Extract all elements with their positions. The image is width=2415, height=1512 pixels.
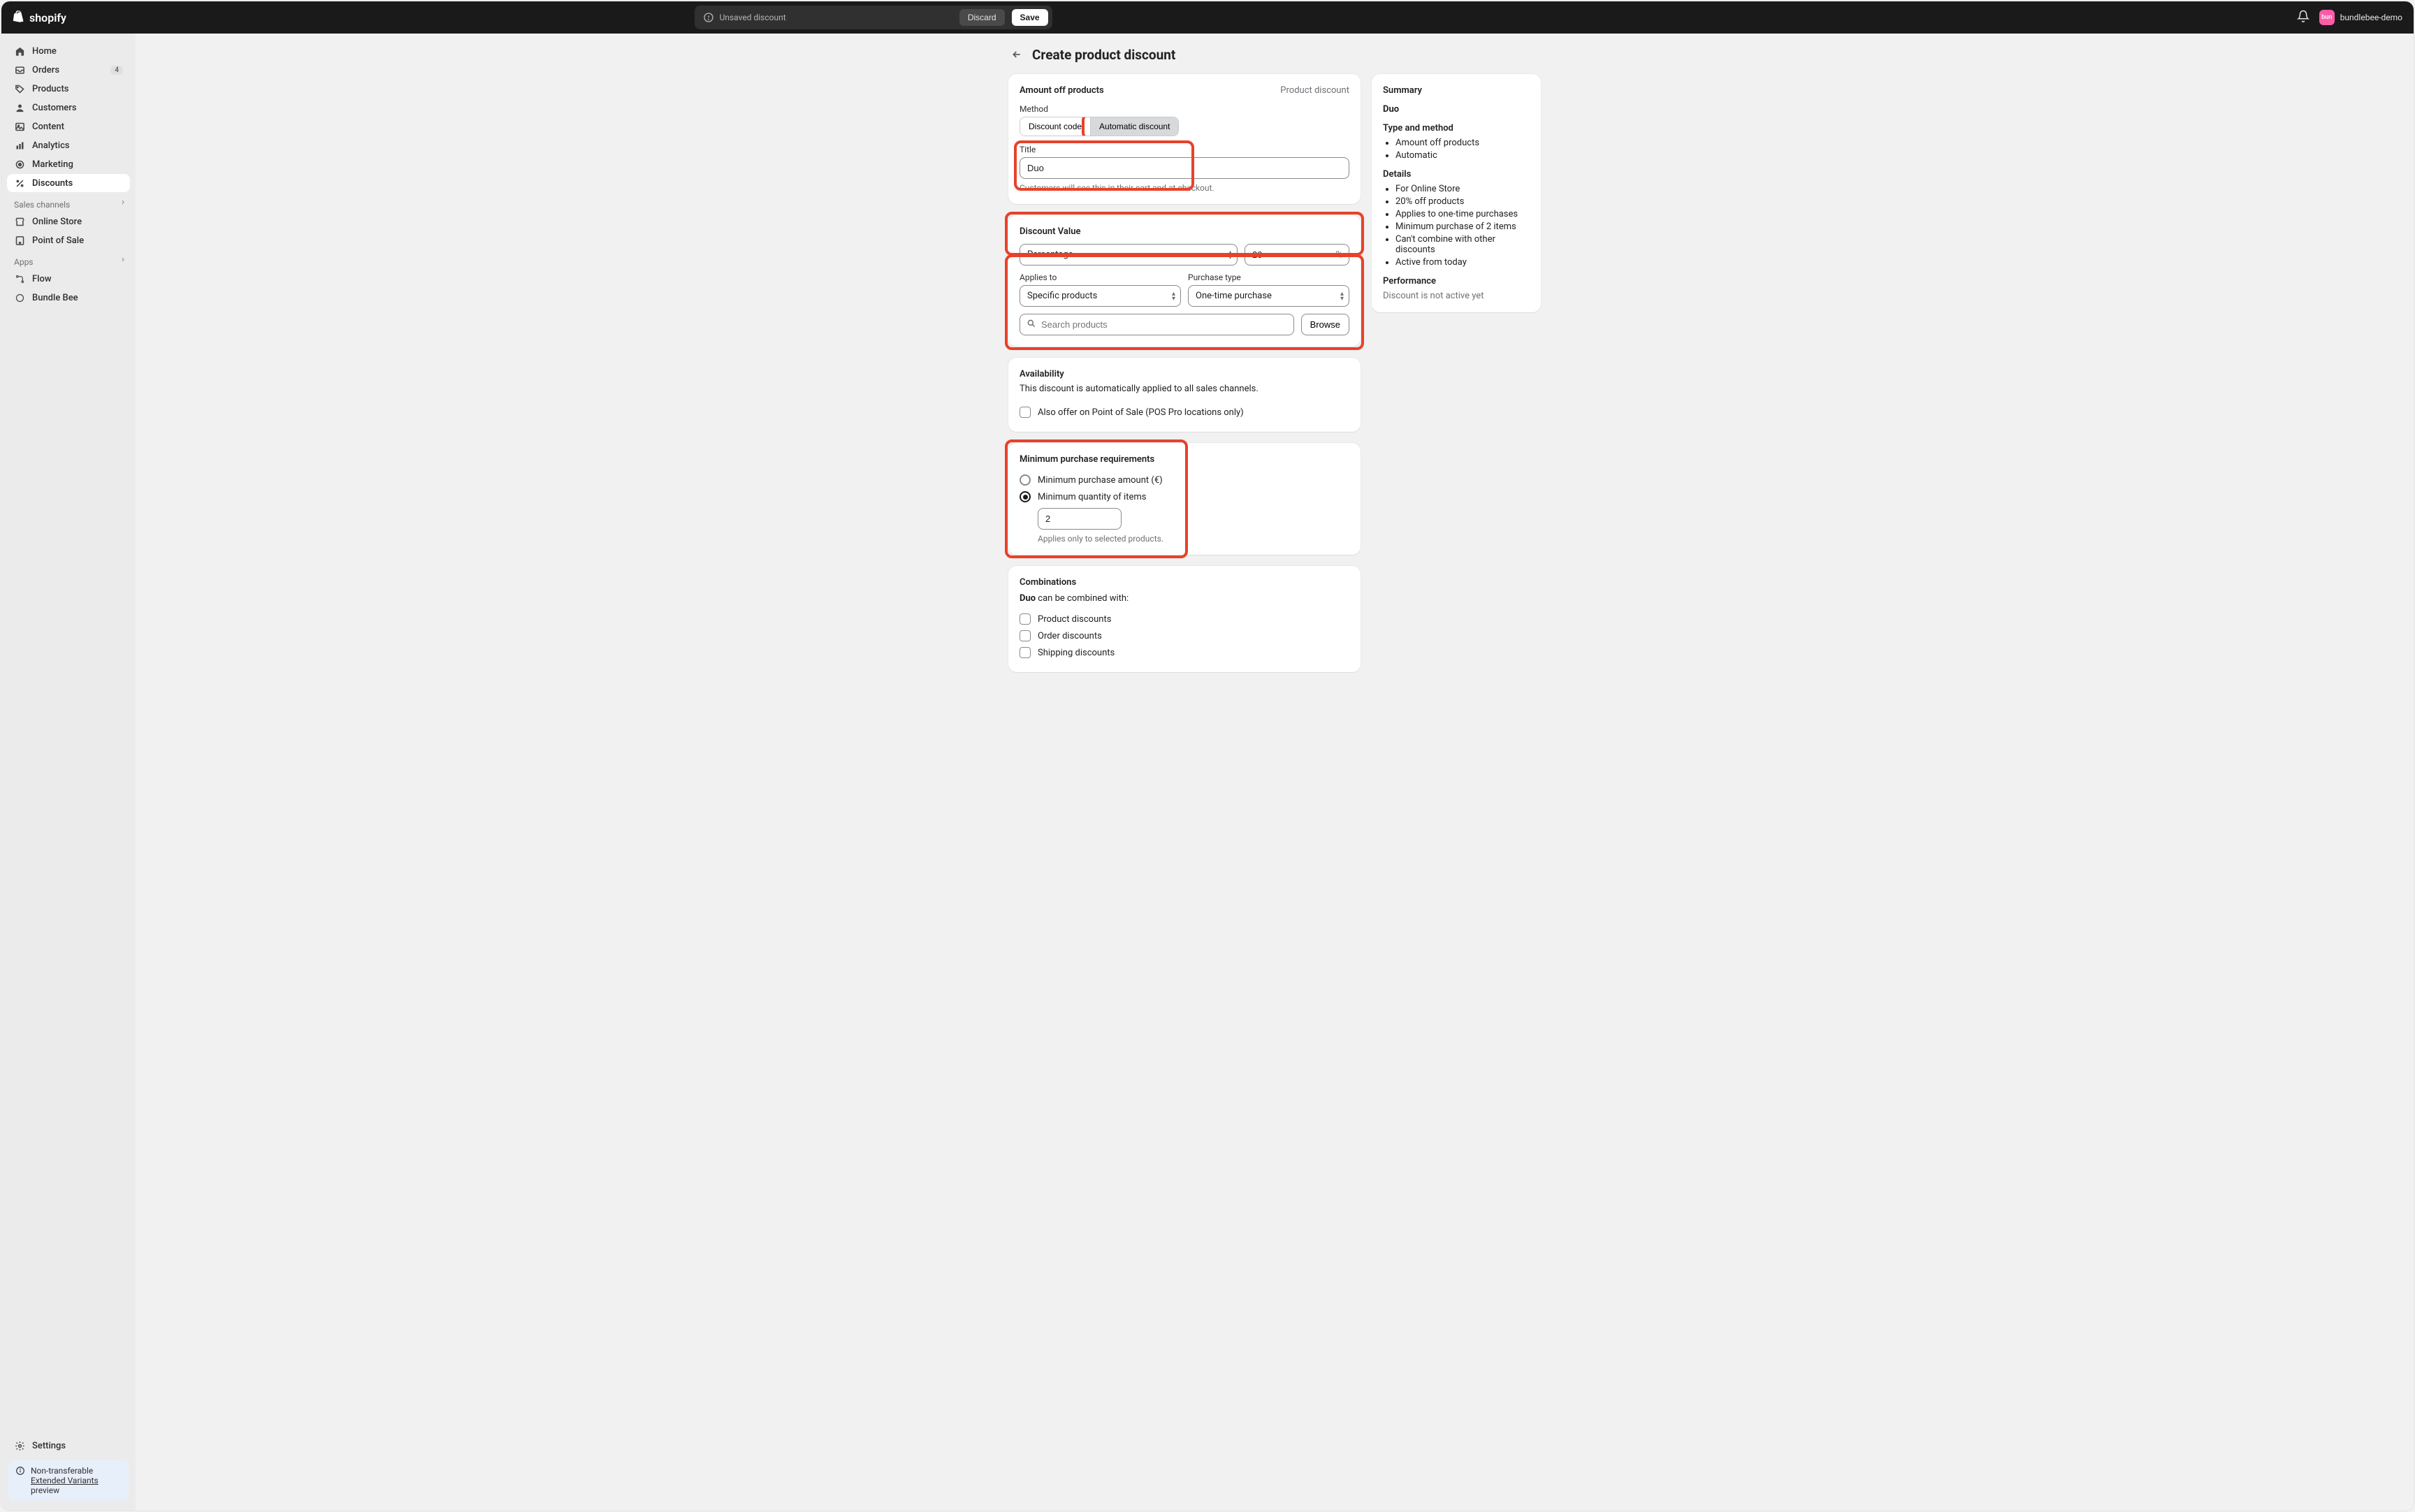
pos-checkbox[interactable] [1020,407,1031,418]
radio-min-amount[interactable]: Minimum purchase amount (€) [1020,472,1349,488]
nav-home[interactable]: Home [7,42,130,60]
nav-marketing[interactable]: Marketing [7,155,130,173]
nav-online-store[interactable]: Online Store › [7,212,130,231]
app-icon [14,292,25,303]
chevron-right-icon[interactable]: › [122,254,124,265]
orders-badge: 4 [110,66,123,75]
person-icon [14,102,25,113]
card-availability: Availability This discount is automatica… [1008,358,1361,432]
content-area: Create product discount Amount off produ… [136,34,2414,1511]
back-button[interactable] [1008,46,1025,63]
combo-product[interactable]: Product discounts [1020,611,1349,627]
nav-orders[interactable]: Orders 4 [7,61,130,79]
info-icon [15,1466,25,1495]
combo-order[interactable]: Order discounts [1020,627,1349,644]
seg-automatic[interactable]: Automatic discount [1090,117,1178,136]
gear-icon [14,1440,25,1451]
store-name: bundlebee-demo [2340,13,2402,22]
type-heading: Type and method [1383,123,1530,133]
tag-icon [14,83,25,94]
perf-heading: Performance [1383,276,1530,286]
browse-button[interactable]: Browse [1301,314,1349,335]
summary-heading: Summary [1383,85,1530,96]
purchase-type-select[interactable]: One-time purchase ▴▾ [1188,285,1349,307]
alert-icon [703,12,714,23]
card-title: Combinations [1020,577,1349,588]
nav-pos[interactable]: Point of Sale [7,231,130,249]
section-sales-channels: Sales channels [7,193,130,212]
image-icon [14,121,25,132]
nav-bundle-bee[interactable]: Bundle Bee [7,289,130,307]
contextual-save-bar: Unsaved discount Discard Save [695,6,1052,29]
title-label: Title [1020,145,1349,154]
percent-suffix: % [1335,249,1342,260]
discount-kind: Product discount [1280,85,1349,96]
combo-name: Duo [1020,593,1036,604]
card-combinations: Combinations Duo can be combined with: P… [1008,566,1361,672]
seg-discount-code[interactable]: Discount code [1020,117,1090,136]
value-type-select[interactable]: Percentage ▴▾ [1020,244,1238,266]
discard-button[interactable]: Discard [959,9,1005,26]
method-segmented: Discount code Automatic discount [1020,117,1179,136]
pos-icon [14,235,25,246]
details-heading: Details [1383,169,1530,180]
search-icon [1027,319,1036,331]
title-help: Customers will see this in their cart an… [1020,183,1349,193]
sidebar: Home Orders 4 Products Customers Content [1,34,136,1511]
nav-content[interactable]: Content [7,117,130,136]
home-icon [14,45,25,57]
card-title: Amount off products [1020,85,1104,96]
topbar: shopify Unsaved discount Discard Save bu… [1,1,2414,34]
preview-banner[interactable]: Non-transferable Extended Variants previ… [8,1460,129,1501]
account-menu[interactable]: bun bundlebee-demo [2319,10,2402,25]
card-title: Minimum purchase requirements [1020,454,1349,465]
save-button[interactable]: Save [1012,9,1048,26]
title-input[interactable] [1020,157,1349,179]
method-label: Method [1020,104,1349,114]
section-apps: Apps [7,250,130,270]
value-input[interactable] [1245,244,1349,266]
radio-icon [1020,474,1031,486]
card-amount-off: Amount off products Product discount Met… [1008,74,1361,204]
summary-card: Summary Duo Type and method Amount off p… [1372,74,1541,312]
card-min-purchase: Minimum purchase requirements Minimum pu… [1008,443,1361,555]
card-title: Discount Value [1020,226,1349,237]
nav-products[interactable]: Products [7,80,130,98]
unsaved-message: Unsaved discount [720,13,786,22]
inbox-icon [14,64,25,75]
nav-discounts[interactable]: Discounts [7,174,130,192]
applies-to-label: Applies to [1020,272,1181,282]
avatar: bun [2319,10,2335,25]
percent-icon [14,177,25,189]
purchase-type-label: Purchase type [1188,272,1349,282]
notifications-icon[interactable] [2297,10,2309,25]
pos-label: Also offer on Point of Sale (POS Pro loc… [1038,407,1244,418]
perf-text: Discount is not active yet [1383,291,1530,301]
card-discount-value: Discount Value Percentage ▴▾ % [1008,215,1361,347]
applies-to-select[interactable]: Specific products ▴▾ [1020,285,1181,307]
combo-shipping[interactable]: Shipping discounts [1020,644,1349,661]
qty-help: Applies only to selected products. [1038,534,1349,544]
nav-customers[interactable]: Customers [7,99,130,117]
radio-icon [1020,491,1031,502]
page-title: Create product discount [1032,47,1175,63]
flow-icon [14,273,25,284]
target-icon [14,159,25,170]
card-title: Availability [1020,369,1349,379]
radio-min-qty[interactable]: Minimum quantity of items [1020,488,1349,505]
summary-name: Duo [1383,104,1530,115]
qty-input[interactable] [1038,508,1122,530]
chevron-right-icon[interactable]: › [122,197,124,208]
chart-icon [14,140,25,151]
availability-desc: This discount is automatically applied t… [1020,384,1349,394]
store-icon [14,216,25,227]
nav-settings[interactable]: Settings [7,1437,130,1455]
nav-flow[interactable]: Flow › [7,270,130,288]
nav-analytics[interactable]: Analytics [7,136,130,154]
product-search-input[interactable] [1020,314,1294,335]
shopify-logo[interactable]: shopify [13,10,66,24]
